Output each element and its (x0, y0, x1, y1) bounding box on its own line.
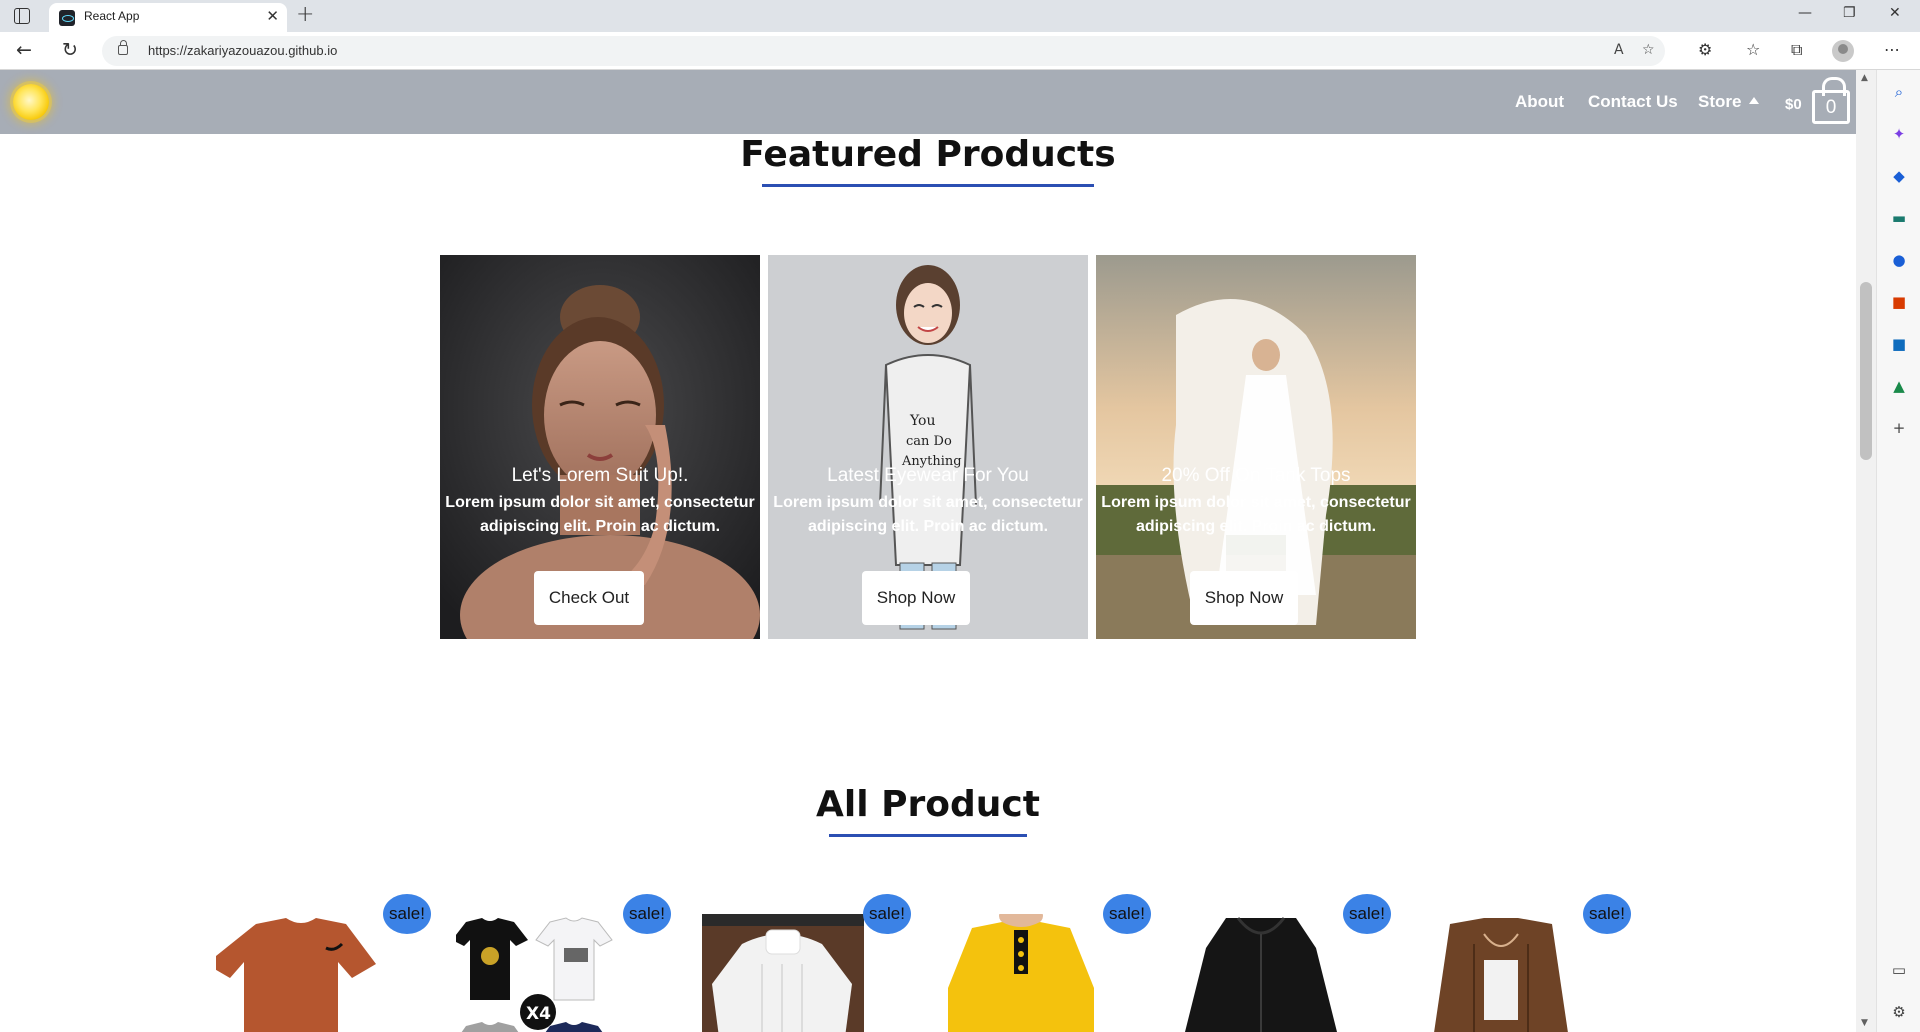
tshirt-pack-image: X4 (456, 914, 626, 1032)
tree-icon[interactable]: ▲ (1889, 376, 1909, 396)
bundle-label: X4 (526, 1004, 551, 1024)
tab-title: React App (84, 9, 140, 23)
nav-about[interactable]: About (1515, 92, 1564, 112)
lock-icon[interactable] (118, 40, 128, 55)
add-sidebar-app-icon[interactable]: + (1889, 418, 1909, 438)
product-card[interactable]: X4 sale! (456, 880, 671, 1032)
sidebar-toggle-icon[interactable]: ▭ (1889, 960, 1909, 980)
featured-products-title: Featured Products (740, 134, 1116, 175)
scroll-down-icon[interactable]: ▼ (1861, 1018, 1868, 1028)
shirt-text-line-2: can Do (906, 434, 952, 449)
office-icon[interactable]: ■ (1889, 292, 1909, 312)
cart-count: 0 (1825, 97, 1837, 118)
favorites-icon[interactable]: ☆ (1746, 40, 1760, 59)
read-aloud-icon[interactable]: A (1614, 42, 1624, 58)
check-out-button[interactable]: Check Out (534, 571, 644, 625)
sale-badge: sale! (863, 894, 911, 934)
product-card[interactable]: sale! (1176, 880, 1391, 1032)
shop-now-button[interactable]: Shop Now (862, 571, 970, 625)
edge-sidebar: ⌕ ✦ ◆ ▬ ● ■ ■ ▲ + ▭ ⚙ (1876, 70, 1920, 1032)
shop-now-button[interactable]: Shop Now (1190, 571, 1298, 625)
add-favorite-icon[interactable]: ☆ (1642, 42, 1655, 58)
white-turtleneck-image (702, 914, 864, 1032)
sale-badge: sale! (1343, 894, 1391, 934)
tab-close-icon[interactable]: ✕ (266, 7, 279, 25)
card-heading: Latest Eyewear For You (827, 465, 1029, 486)
profile-avatar[interactable] (1832, 40, 1854, 62)
url-field[interactable]: https://zakariyazouazou.github.io A ☆ (102, 36, 1665, 66)
black-hoodie-image (1185, 917, 1337, 1032)
sun-logo-icon[interactable] (13, 84, 49, 120)
address-bar: ← ↻ https://zakariyazouazou.github.io A … (0, 32, 1920, 70)
browser-tab[interactable]: React App ✕ (49, 3, 287, 32)
collections-icon[interactable]: ⧉ (1791, 40, 1802, 60)
sale-badge: sale! (623, 894, 671, 934)
featured-card-suit: Let's Lorem Suit Up!. Lorem ipsum dolor … (440, 255, 760, 639)
orange-tshirt-image (216, 918, 376, 1032)
page-viewport: About Contact Us Store $0 0 Featured Pro… (0, 70, 1856, 1032)
card-heading: Let's Lorem Suit Up!. (511, 465, 689, 486)
card-heading: 20% Off On Tank Tops (1161, 465, 1351, 486)
all-product-title-underline (829, 834, 1027, 837)
outlook-icon[interactable]: ■ (1889, 334, 1909, 354)
tab-actions-icon[interactable] (14, 8, 30, 24)
sale-badge: sale! (383, 894, 431, 934)
all-product-title: All Product (816, 784, 1040, 825)
product-card[interactable]: sale! (696, 880, 911, 1032)
site-header: About Contact Us Store $0 0 (0, 70, 1856, 134)
card-text: Lorem ipsum dolor sit amet, consectetur … (1101, 494, 1411, 535)
shopping-bag-icon[interactable]: 0 (1812, 77, 1850, 124)
tools-icon[interactable]: ▬ (1889, 208, 1909, 228)
featured-title-underline (762, 184, 1094, 187)
nav-contact-us[interactable]: Contact Us (1588, 92, 1678, 112)
window-close-icon[interactable]: ✕ (1889, 5, 1901, 21)
cart-total: $0 (1785, 96, 1802, 113)
sale-badge: sale! (1103, 894, 1151, 934)
sale-badge: sale! (1583, 894, 1631, 934)
browser-tab-bar: React App ✕ + — ❐ ✕ (0, 0, 1920, 32)
refresh-icon[interactable]: ↻ (62, 39, 78, 61)
back-icon[interactable]: ← (16, 39, 32, 61)
scrollbar-thumb[interactable] (1860, 282, 1872, 460)
copilot-icon[interactable]: ✦ (1889, 124, 1909, 144)
product-card[interactable]: sale! (936, 880, 1151, 1032)
sidebar-settings-icon[interactable]: ⚙ (1889, 1002, 1909, 1022)
search-icon[interactable]: ⌕ (1889, 82, 1909, 102)
caret-up-icon (1749, 97, 1760, 104)
url-text[interactable]: https://zakariyazouazou.github.io (148, 43, 337, 58)
brown-hoodie-image (1434, 918, 1568, 1032)
featured-card-tank-tops: 20% Off On Tank Tops Lorem ipsum dolor s… (1096, 255, 1416, 639)
nav-store[interactable]: Store (1698, 92, 1760, 112)
yellow-henley-image (948, 914, 1094, 1032)
react-favicon-icon (59, 10, 75, 26)
product-card[interactable]: sale! (1416, 880, 1631, 1032)
more-menu-icon[interactable]: ⋯ (1884, 40, 1900, 59)
minimize-icon[interactable]: — (1798, 5, 1812, 21)
page-scrollbar[interactable]: ▲ ▼ (1856, 70, 1876, 1032)
restore-icon[interactable]: ❐ (1843, 5, 1856, 21)
featured-card-eyewear: You can Do Anything Latest Eyewear For Y… (768, 255, 1088, 639)
shirt-text-line-1: You (909, 413, 935, 429)
product-card[interactable]: sale! (216, 880, 431, 1032)
games-icon[interactable]: ● (1889, 250, 1909, 270)
scroll-up-icon[interactable]: ▲ (1861, 73, 1868, 83)
card-text: Lorem ipsum dolor sit amet, consectetur … (445, 494, 755, 535)
card-text: Lorem ipsum dolor sit amet, consectetur … (773, 494, 1083, 535)
nav-store-label: Store (1698, 92, 1742, 111)
shopping-tag-icon[interactable]: ◆ (1889, 166, 1909, 186)
new-tab-icon[interactable]: + (296, 2, 314, 27)
extensions-icon[interactable]: ⚙ (1698, 40, 1712, 59)
